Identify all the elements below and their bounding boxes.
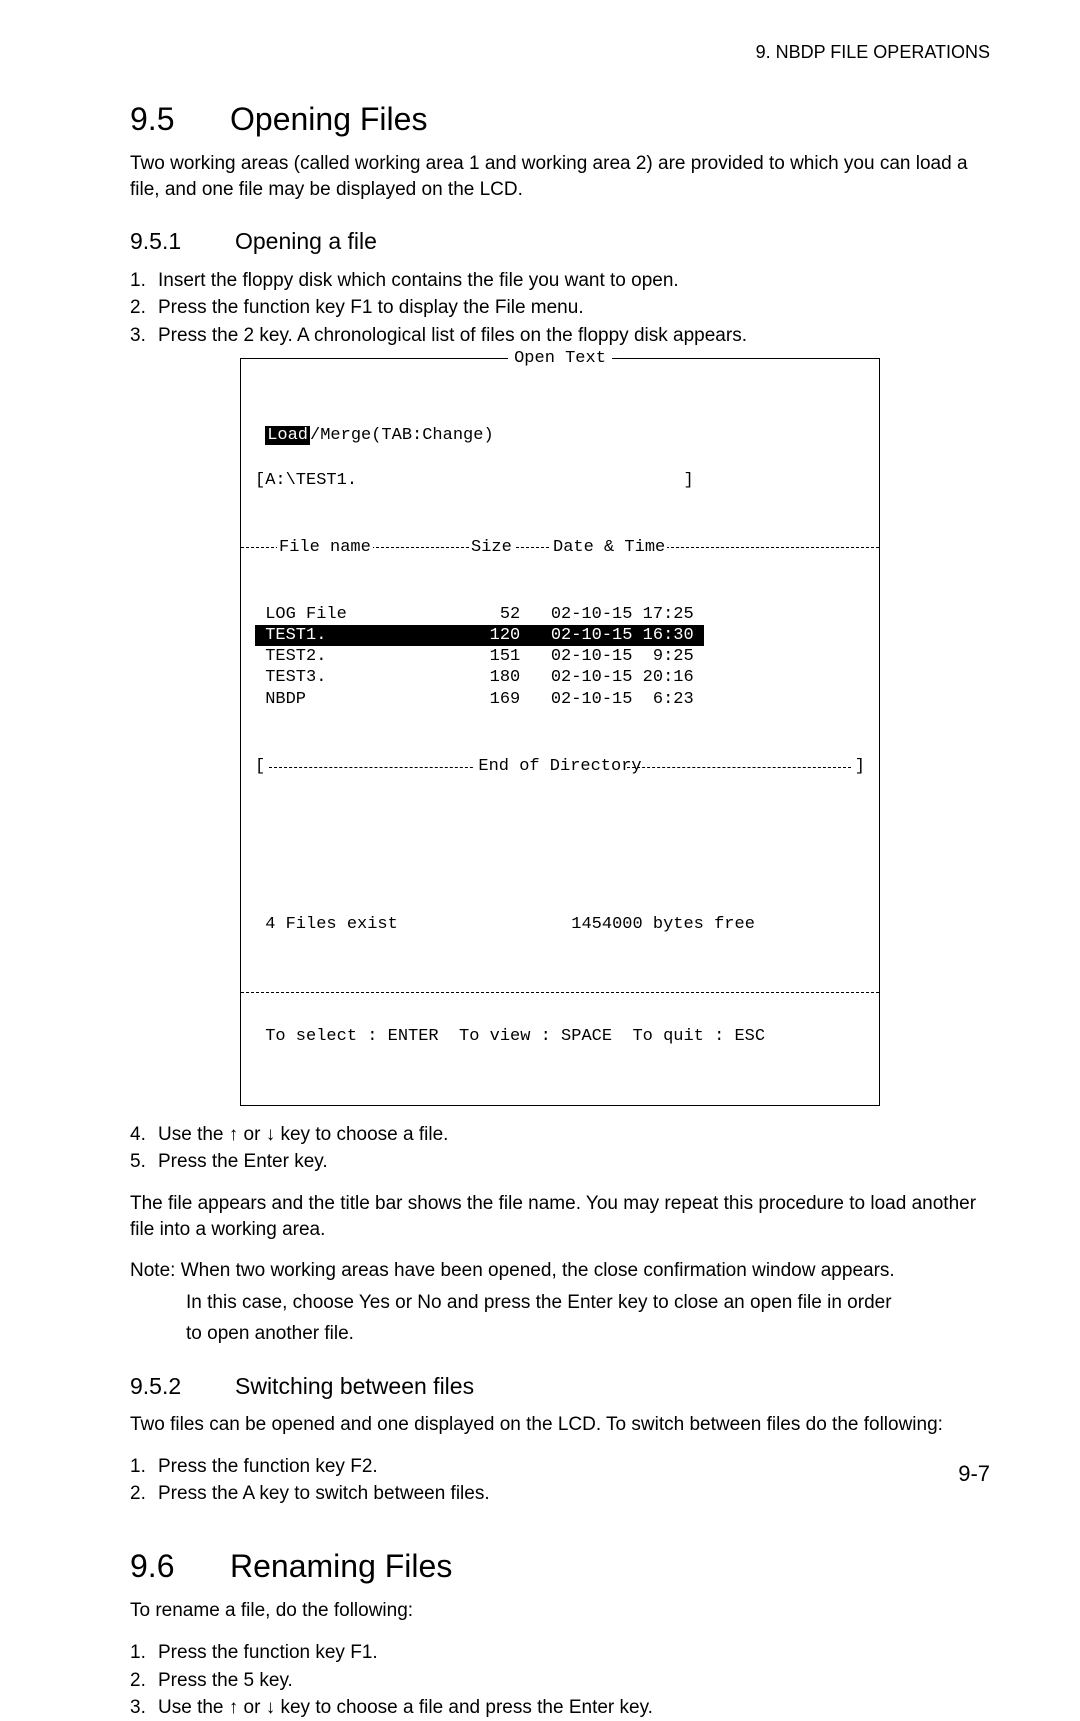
step-text: Press the 5 key. xyxy=(158,1670,293,1691)
footer-hint: To select : ENTER To view : SPACE To qui… xyxy=(255,1026,865,1047)
file-row: NBDP 169 02-10-15 6:23 xyxy=(255,689,865,710)
column-header-separator: File name Size Date & Time xyxy=(241,547,879,548)
step-item: 1.Insert the floppy disk which contains … xyxy=(130,268,990,294)
path-line: [A:\TEST1. ] xyxy=(255,470,865,491)
note-line2: In this case, choose Yes or No and press… xyxy=(130,1290,990,1316)
section-heading-9-5: 9.5Opening Files xyxy=(130,98,990,141)
col-file-name: File name xyxy=(277,537,373,560)
file-row: TEST2. 151 02-10-15 9:25 xyxy=(255,646,865,667)
col-size: Size xyxy=(469,537,514,560)
note-block: Note: When two working areas have been o… xyxy=(130,1258,990,1347)
note-label: Note: xyxy=(130,1260,175,1281)
step-item: 4.Use the ↑ or ↓ key to choose a file. xyxy=(130,1122,990,1148)
steps-list-952: 1.Press the function key F2. 2.Press the… xyxy=(130,1454,990,1507)
section-intro: Two working areas (called working area 1… xyxy=(130,151,990,202)
step-item: 5.Press the Enter key. xyxy=(130,1149,990,1175)
col-date-time: Date & Time xyxy=(551,537,667,560)
section-intro-96: To rename a file, do the following: xyxy=(130,1598,990,1624)
section-title: Renaming Files xyxy=(230,1548,452,1584)
subsection-intro: Two files can be opened and one displaye… xyxy=(130,1412,990,1438)
section-heading-9-6: 9.6Renaming Files xyxy=(130,1545,990,1588)
subsection-num: 9.5.1 xyxy=(130,226,235,257)
step-item: 3.Press the 2 key. A chronological list … xyxy=(130,323,990,349)
subsection-heading-9-5-1: 9.5.1Opening a file xyxy=(130,226,990,257)
note-line3: to open another file. xyxy=(130,1321,990,1347)
file-row: TEST3. 180 02-10-15 20:16 xyxy=(255,667,865,688)
step-item: 2.Press the 5 key. xyxy=(130,1668,990,1694)
section-num: 9.6 xyxy=(130,1545,230,1588)
mode-load-highlight: Load xyxy=(265,426,310,445)
footer-separator xyxy=(241,992,879,993)
bracket-right: ] xyxy=(855,756,865,779)
end-of-directory-row: [ End of Directory ] xyxy=(255,760,865,774)
step-text: Use the ↑ or ↓ key to choose a file and … xyxy=(158,1697,653,1718)
file-row: LOG File 52 02-10-15 17:25 xyxy=(255,604,865,625)
section-num: 9.5 xyxy=(130,98,230,141)
step-text: Press the A key to switch between files. xyxy=(158,1483,490,1504)
selected-file-row: TEST1. 120 02-10-15 16:30 xyxy=(255,625,704,646)
bracket-left: [ xyxy=(255,756,265,779)
steps-list-96: 1.Press the function key F1. 2.Press the… xyxy=(130,1640,990,1721)
terminal-figure: Open Text Load/Merge(TAB:Change) [A:\TES… xyxy=(130,358,990,1105)
step-text: Press the function key F1. xyxy=(158,1642,378,1663)
open-text-dialog: Open Text Load/Merge(TAB:Change) [A:\TES… xyxy=(240,358,880,1105)
step-text: Insert the floppy disk which contains th… xyxy=(158,270,679,291)
section-title: Opening Files xyxy=(230,101,427,137)
bytes-free: 1454000 bytes free xyxy=(571,915,755,934)
after-paragraph: The file appears and the title bar shows… xyxy=(130,1191,990,1242)
subsection-heading-9-5-2: 9.5.2Switching between files xyxy=(130,1371,990,1402)
subsection-title: Switching between files xyxy=(235,1373,474,1399)
step-item: 2.Press the A key to switch between file… xyxy=(130,1481,990,1507)
dialog-title: Open Text xyxy=(508,348,612,371)
step-text: Press the function key F2. xyxy=(158,1456,378,1477)
step-item: 2.Press the function key F1 to display t… xyxy=(130,295,990,321)
step-item: 3.Use the ↑ or ↓ key to choose a file an… xyxy=(130,1695,990,1721)
end-of-directory-label: End of Directory xyxy=(474,756,645,779)
note-line1: When two working areas have been opened,… xyxy=(181,1260,895,1281)
file-row: TEST1. 120 02-10-15 16:30 xyxy=(255,625,865,646)
page-number: 9-7 xyxy=(958,1459,990,1489)
step-text: Press the 2 key. A chronological list of… xyxy=(158,325,747,346)
subsection-num: 9.5.2 xyxy=(130,1371,235,1402)
files-exist: 4 Files exist xyxy=(265,915,398,934)
step-item: 1.Press the function key F2. xyxy=(130,1454,990,1480)
step-text: Press the function key F1 to display the… xyxy=(158,297,584,318)
step-text: Use the ↑ or ↓ key to choose a file. xyxy=(158,1124,448,1145)
steps-list-951-post: 4.Use the ↑ or ↓ key to choose a file. 5… xyxy=(130,1122,990,1175)
mode-rest: /Merge(TAB:Change) xyxy=(310,426,494,445)
footer-text: To select : ENTER To view : SPACE To qui… xyxy=(265,1027,765,1046)
steps-list-951: 1.Insert the floppy disk which contains … xyxy=(130,268,990,349)
step-item: 1.Press the function key F1. xyxy=(130,1640,990,1666)
file-rows: LOG File 52 02-10-15 17:25 TEST1. 120 02… xyxy=(255,604,865,710)
status-line: 4 Files exist 1454000 bytes free xyxy=(255,914,865,935)
mode-line: Load/Merge(TAB:Change) xyxy=(255,425,865,446)
step-text: Press the Enter key. xyxy=(158,1151,328,1172)
chapter-header: 9. NBDP FILE OPERATIONS xyxy=(756,40,990,64)
subsection-title: Opening a file xyxy=(235,228,377,254)
